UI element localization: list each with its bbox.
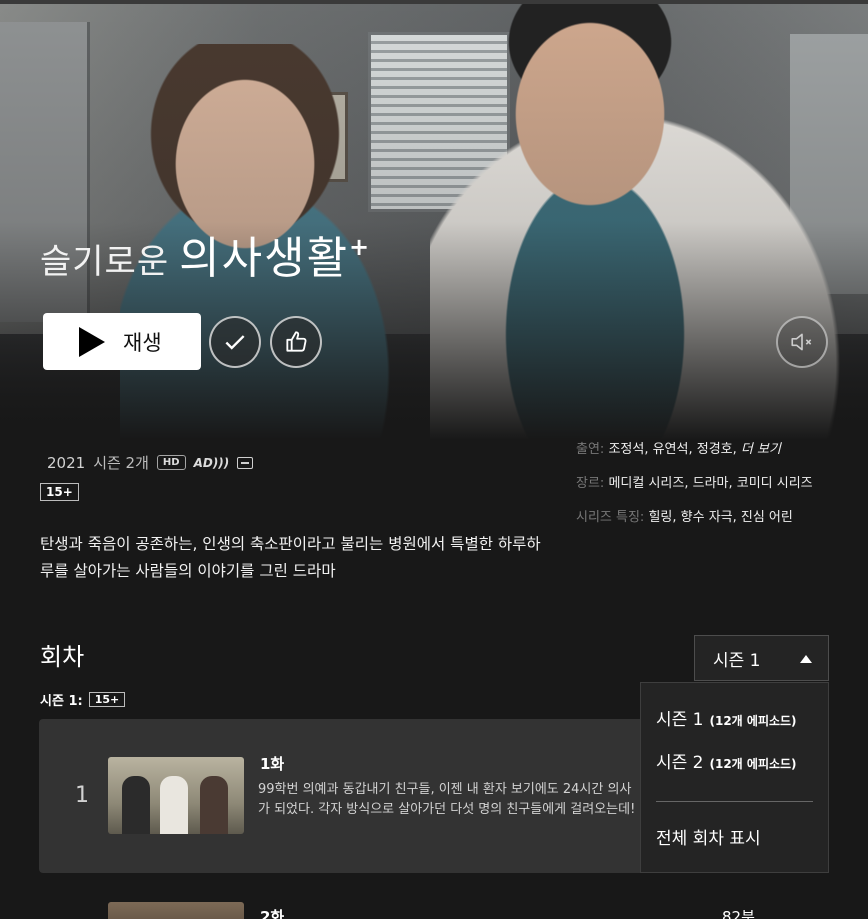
traits-row: 시리즈 특징: 힐링, 향수 자극, 진심 어린 [576,508,838,528]
hd-badge: HD [156,455,186,470]
cast-more-link[interactable]: 더 보기 [741,442,781,457]
genre-key: 장르: [576,476,605,491]
thumb-figure [122,776,150,834]
episode-number: 1 [75,783,89,808]
season-label-text: 시즌 1: [40,694,83,709]
episode-description: 99학번 의예과 동갑내기 친구들, 이젠 내 환자 보기에도 24시간 의사가… [258,782,636,817]
speaker-muted-icon [791,333,812,351]
thumb-figure [200,776,228,834]
cast-key: 출연: [576,442,605,457]
subtitles-icon [237,456,254,469]
season-option-label: 시즌 1 [656,710,704,730]
thumbs-up-icon [286,331,307,352]
season-dropdown-menu: 시즌 1 (12개 에피소드) 시즌 2 (12개 에피소드) 전체 회차 표시 [640,682,829,873]
genre-value[interactable]: 메디컬 시리즈, 드라마, 코미디 시리즈 [608,476,812,491]
episode-title: 2화 [260,908,285,919]
title-logo: 슬기로운 의사생활 + [40,222,370,284]
season-option-label: 시즌 2 [656,753,704,773]
maturity-rating: 15+ [40,483,79,501]
play-label: 재생 [123,330,162,355]
thumb-figure [160,776,188,834]
season-count: 시즌 2개 [93,454,149,472]
play-button[interactable]: 재생 [43,313,201,370]
mute-button[interactable] [776,316,828,368]
logo-big-text: 의사생활 [179,233,350,284]
play-icon [79,326,105,357]
release-year: 2021 [47,453,86,472]
audio-description-icon: AD))) [193,455,230,470]
season-option[interactable]: 시즌 1 (12개 에피소드) [641,705,828,748]
season-selector[interactable]: 시즌 1 [694,635,829,681]
traits-value[interactable]: 힐링, 향수 자극, 진심 어린 [648,510,792,525]
season-option[interactable]: 시즌 2 (12개 에피소드) [641,748,828,791]
genre-row: 장르: 메디컬 시리즈, 드라마, 코미디 시리즈 [576,474,838,494]
cast-value[interactable]: 조정석, 유연석, 정경호, [608,442,736,457]
season-option-count: (12개 에피소드) [709,714,797,728]
caret-up-icon [800,655,812,663]
season-option-count: (12개 에피소드) [709,757,797,771]
season-rating: 15+ [88,692,126,707]
check-icon [225,335,245,350]
title-metadata: 2021 시즌 2개 HD AD))) [47,452,254,473]
rate-button[interactable] [270,316,322,368]
season-label: 시즌 1: 15+ [40,690,126,709]
episode-thumbnail[interactable] [108,902,244,919]
episode-title: 1화 [260,755,285,773]
credits: 출연: 조정석, 유연석, 정경호, 더 보기 장르: 메디컬 시리즈, 드라마… [576,440,838,542]
season-selector-label: 시즌 1 [713,650,761,671]
logo-plus: + [349,233,370,261]
show-all-episodes-option[interactable]: 전체 회차 표시 [641,802,828,849]
add-to-list-button[interactable] [209,316,261,368]
episodes-heading: 회차 [40,643,85,671]
episode-duration: 82분 [722,908,755,919]
synopsis: 탄생과 죽음이 공존하는, 인생의 축소판이라고 불리는 병원에서 특별한 하루… [40,535,541,580]
traits-key: 시리즈 특징: [576,510,645,525]
logo-small-text: 슬기로운 [40,242,170,282]
cast-row: 출연: 조정석, 유연석, 정경호, 더 보기 [576,440,838,460]
episode-thumbnail[interactable] [108,757,244,834]
